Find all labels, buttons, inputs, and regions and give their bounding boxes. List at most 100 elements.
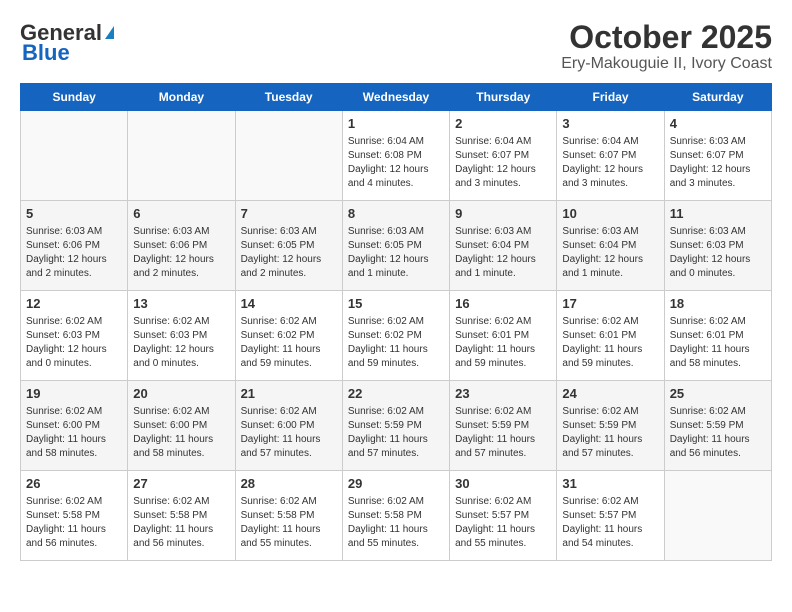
calendar-cell: 1 Sunrise: 6:04 AMSunset: 6:08 PMDaylight…	[342, 111, 449, 201]
cell-details: Sunrise: 6:02 AMSunset: 6:00 PMDaylight:…	[133, 405, 229, 461]
calendar-cell: 9Sunrise: 6:03 AMSunset: 6:04 PMDaylight…	[450, 201, 557, 291]
day-number: 31	[562, 475, 658, 493]
cell-details: Sunrise: 6:02 AMSunset: 5:59 PMDaylight:…	[455, 405, 551, 461]
calendar-week-1: 1 Sunrise: 6:04 AMSunset: 6:08 PMDaylight…	[21, 111, 772, 201]
calendar-cell: 15 Sunrise: 6:02 AMSunset: 6:02 PMDayligh…	[342, 291, 449, 381]
cell-details: Sunrise: 6:02 AMSunset: 6:00 PMDaylight:…	[26, 405, 122, 461]
title-block: October 2025 Ery-Makouguie II, Ivory Coa…	[561, 20, 772, 73]
cell-details: Sunrise: 6:02 AMSunset: 6:02 PMDaylight:…	[241, 315, 337, 371]
day-number: 22	[348, 385, 444, 403]
day-number: 18	[670, 295, 766, 313]
calendar-cell: 31 Sunrise: 6:02 AMSunset: 5:57 PMDayligh…	[557, 471, 664, 561]
day-number: 10	[562, 205, 658, 223]
cell-details: Sunrise: 6:04 AMSunset: 6:07 PMDaylight:…	[455, 135, 551, 191]
col-tuesday: Tuesday	[235, 84, 342, 111]
day-number: 7	[241, 205, 337, 223]
calendar-cell: 19 Sunrise: 6:02 AMSunset: 6:00 PMDayligh…	[21, 381, 128, 471]
logo: General Blue	[20, 20, 114, 66]
cell-details: Sunrise: 6:04 AMSunset: 6:08 PMDaylight:…	[348, 135, 444, 191]
day-number: 30	[455, 475, 551, 493]
day-number: 21	[241, 385, 337, 403]
day-number: 14	[241, 295, 337, 313]
col-thursday: Thursday	[450, 84, 557, 111]
day-number: 17	[562, 295, 658, 313]
cell-details: Sunrise: 6:03 AMSunset: 6:05 PMDaylight:…	[241, 225, 337, 281]
day-number: 4	[670, 115, 766, 133]
day-number: 8	[348, 205, 444, 223]
calendar-cell: 8 Sunrise: 6:03 AMSunset: 6:05 PMDaylight…	[342, 201, 449, 291]
calendar-cell	[128, 111, 235, 201]
cell-details: Sunrise: 6:02 AMSunset: 6:01 PMDaylight:…	[455, 315, 551, 371]
calendar-cell: 13Sunrise: 6:02 AMSunset: 6:03 PMDayligh…	[128, 291, 235, 381]
calendar-cell	[664, 471, 771, 561]
page-subtitle: Ery-Makouguie II, Ivory Coast	[561, 55, 772, 73]
day-number: 27	[133, 475, 229, 493]
cell-details: Sunrise: 6:03 AMSunset: 6:05 PMDaylight:…	[348, 225, 444, 281]
cell-details: Sunrise: 6:02 AMSunset: 5:57 PMDaylight:…	[455, 495, 551, 551]
cell-details: Sunrise: 6:02 AMSunset: 5:59 PMDaylight:…	[348, 405, 444, 461]
day-number: 16	[455, 295, 551, 313]
calendar-cell: 7 Sunrise: 6:03 AMSunset: 6:05 PMDaylight…	[235, 201, 342, 291]
day-number: 28	[241, 475, 337, 493]
col-monday: Monday	[128, 84, 235, 111]
calendar-cell: 14 Sunrise: 6:02 AMSunset: 6:02 PMDayligh…	[235, 291, 342, 381]
day-number: 2	[455, 115, 551, 133]
logo-arrow-icon	[105, 26, 114, 39]
calendar-cell: 21 Sunrise: 6:02 AMSunset: 6:00 PMDayligh…	[235, 381, 342, 471]
day-number: 12	[26, 295, 122, 313]
calendar-week-4: 19 Sunrise: 6:02 AMSunset: 6:00 PMDayligh…	[21, 381, 772, 471]
calendar-cell: 11 Sunrise: 6:03 AMSunset: 6:03 PMDayligh…	[664, 201, 771, 291]
day-number: 3	[562, 115, 658, 133]
cell-details: Sunrise: 6:02 AMSunset: 6:01 PMDaylight:…	[670, 315, 766, 371]
page-header: General Blue October 2025 Ery-Makouguie …	[20, 20, 772, 73]
cell-details: Sunrise: 6:02 AMSunset: 5:58 PMDaylight:…	[241, 495, 337, 551]
calendar-cell: 28 Sunrise: 6:02 AMSunset: 5:58 PMDayligh…	[235, 471, 342, 561]
day-number: 23	[455, 385, 551, 403]
day-number: 25	[670, 385, 766, 403]
day-number: 11	[670, 205, 766, 223]
calendar-cell: 30 Sunrise: 6:02 AMSunset: 5:57 PMDayligh…	[450, 471, 557, 561]
col-friday: Friday	[557, 84, 664, 111]
day-number: 29	[348, 475, 444, 493]
calendar-cell: 16 Sunrise: 6:02 AMSunset: 6:01 PMDayligh…	[450, 291, 557, 381]
day-number: 15	[348, 295, 444, 313]
calendar-cell: 10 Sunrise: 6:03 AMSunset: 6:04 PMDayligh…	[557, 201, 664, 291]
day-number: 24	[562, 385, 658, 403]
cell-details: Sunrise: 6:02 AMSunset: 6:02 PMDaylight:…	[348, 315, 444, 371]
day-number: 19	[26, 385, 122, 403]
calendar-cell: 5Sunrise: 6:03 AMSunset: 6:06 PMDaylight…	[21, 201, 128, 291]
calendar-cell: 29 Sunrise: 6:02 AMSunset: 5:58 PMDayligh…	[342, 471, 449, 561]
calendar-week-5: 26 Sunrise: 6:02 AMSunset: 5:58 PMDayligh…	[21, 471, 772, 561]
calendar-cell: 12Sunrise: 6:02 AMSunset: 6:03 PMDayligh…	[21, 291, 128, 381]
cell-details: Sunrise: 6:03 AMSunset: 6:04 PMDaylight:…	[562, 225, 658, 281]
calendar-cell: 24 Sunrise: 6:02 AMSunset: 5:59 PMDayligh…	[557, 381, 664, 471]
cell-details: Sunrise: 6:03 AMSunset: 6:07 PMDaylight:…	[670, 135, 766, 191]
day-number: 6	[133, 205, 229, 223]
logo-text-blue: Blue	[22, 40, 70, 66]
day-number: 26	[26, 475, 122, 493]
cell-details: Sunrise: 6:02 AMSunset: 6:01 PMDaylight:…	[562, 315, 658, 371]
cell-details: Sunrise: 6:02 AMSunset: 5:59 PMDaylight:…	[562, 405, 658, 461]
calendar-cell: 18 Sunrise: 6:02 AMSunset: 6:01 PMDayligh…	[664, 291, 771, 381]
day-number: 5	[26, 205, 122, 223]
calendar-cell	[21, 111, 128, 201]
calendar-cell	[235, 111, 342, 201]
calendar-week-3: 12 Sunrise: 6:02 AMSunset: 6:03 PMDayligh…	[21, 291, 772, 381]
cell-details: Sunrise: 6:03 AMSunset: 6:04 PMDaylight:…	[455, 225, 551, 281]
calendar-cell: 25 Sunrise: 6:02 AMSunset: 5:59 PMDayligh…	[664, 381, 771, 471]
calendar-cell: 4 Sunrise: 6:03 AMSunset: 6:07 PMDaylight…	[664, 111, 771, 201]
cell-details: Sunrise: 6:02 AMSunset: 5:58 PMDaylight:…	[26, 495, 122, 551]
cell-details: Sunrise: 6:02 AMSunset: 6:00 PMDaylight:…	[241, 405, 337, 461]
cell-details: Sunrise: 6:02 AMSunset: 5:59 PMDaylight:…	[670, 405, 766, 461]
cell-details: Sunrise: 6:02 AMSunset: 6:03 PMDaylight:…	[133, 315, 229, 371]
calendar-table: Sunday Monday Tuesday Wednesday Thursday…	[20, 83, 772, 561]
calendar-cell: 27Sunrise: 6:02 AMSunset: 5:58 PMDayligh…	[128, 471, 235, 561]
calendar-cell: 22 Sunrise: 6:02 AMSunset: 5:59 PMDayligh…	[342, 381, 449, 471]
page-title: October 2025	[561, 20, 772, 55]
day-number: 1	[348, 115, 444, 133]
cell-details: Sunrise: 6:03 AMSunset: 6:06 PMDaylight:…	[133, 225, 229, 281]
cell-details: Sunrise: 6:02 AMSunset: 5:57 PMDaylight:…	[562, 495, 658, 551]
cell-details: Sunrise: 6:04 AMSunset: 6:07 PMDaylight:…	[562, 135, 658, 191]
cell-details: Sunrise: 6:02 AMSunset: 5:58 PMDaylight:…	[348, 495, 444, 551]
cell-details: Sunrise: 6:03 AMSunset: 6:03 PMDaylight:…	[670, 225, 766, 281]
